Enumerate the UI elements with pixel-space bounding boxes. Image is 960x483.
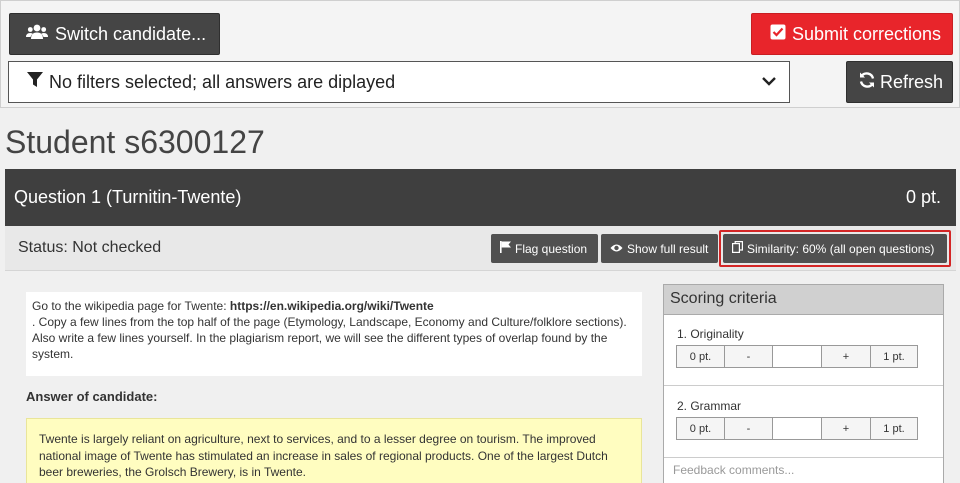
status-text: Status: Not checked <box>18 239 162 256</box>
refresh-label: Refresh <box>880 71 944 92</box>
score-min-button[interactable]: 0 pt. <box>677 346 725 367</box>
flag-icon <box>500 241 511 256</box>
scoring-title: Scoring criteria <box>664 285 943 315</box>
score-max-button[interactable]: 1 pt. <box>871 346 917 367</box>
show-full-result-label: Show full result <box>627 241 709 256</box>
score-input[interactable] <box>773 418 822 439</box>
divider <box>664 457 943 458</box>
question-header: Question 1 (Turnitin-Twente) 0 pt. <box>5 169 956 226</box>
submit-corrections-button[interactable]: Submit corrections <box>751 13 953 55</box>
question-points: 0 pt. <box>905 187 941 207</box>
question-title: Question 1 (Turnitin-Twente) <box>14 187 242 207</box>
score-increment-button[interactable]: + <box>822 346 871 367</box>
score-min-button[interactable]: 0 pt. <box>677 418 725 439</box>
chevron-down-icon <box>761 73 777 94</box>
page-title: Student s6300127 <box>5 124 265 160</box>
filter-select[interactable]: No filters selected; all answers are dip… <box>8 61 790 103</box>
score-increment-button[interactable]: + <box>822 418 871 439</box>
users-icon <box>26 24 48 45</box>
switch-candidate-button[interactable]: Switch candidate... <box>9 13 220 55</box>
flag-question-label: Flag question <box>515 241 588 256</box>
filter-text: No filters selected; all answers are dip… <box>49 71 396 92</box>
refresh-icon <box>858 71 876 94</box>
checkbox-icon <box>770 24 786 45</box>
copy-icon <box>732 241 743 256</box>
prompt-intro: Go to the wikipedia page for Twente: <box>32 299 230 313</box>
top-toolbar: Switch candidate... Submit corrections N… <box>0 0 960 108</box>
criterion-name: 1. Originality <box>677 327 744 341</box>
feedback-input[interactable]: Feedback comments... <box>673 463 794 477</box>
switch-candidate-label: Switch candidate... <box>55 23 207 44</box>
eye-icon <box>610 242 623 256</box>
show-full-result-button[interactable]: Show full result <box>601 234 718 263</box>
answer-label: Answer of candidate: <box>26 389 158 404</box>
submit-corrections-label: Submit corrections <box>792 23 942 44</box>
question-status-bar: Status: Not checked Flag question Show f… <box>5 226 956 271</box>
filter-icon <box>27 71 43 93</box>
score-stepper: 0 pt. - + 1 pt. <box>676 417 918 440</box>
score-decrement-button[interactable]: - <box>725 418 773 439</box>
similarity-label: Similarity: 60% (all open questions) <box>747 241 935 256</box>
prompt-link[interactable]: https://en.wikipedia.org/wiki/Twente <box>230 299 434 313</box>
answer-text: Twente is largely reliant on agriculture… <box>39 432 608 479</box>
flag-question-button[interactable]: Flag question <box>491 234 598 263</box>
score-decrement-button[interactable]: - <box>725 346 773 367</box>
similarity-button[interactable]: Similarity: 60% (all open questions) <box>723 234 947 263</box>
scoring-panel: Scoring criteria 1. Originality 0 pt. - … <box>663 284 944 483</box>
score-input[interactable] <box>773 346 822 367</box>
similarity-highlight: Similarity: 60% (all open questions) <box>719 230 951 267</box>
divider <box>664 385 943 386</box>
score-max-button[interactable]: 1 pt. <box>871 418 917 439</box>
score-stepper: 0 pt. - + 1 pt. <box>676 345 918 368</box>
criterion-name: 2. Grammar <box>677 399 742 413</box>
candidate-answer: Twente is largely reliant on agriculture… <box>26 418 642 483</box>
question-prompt: Go to the wikipedia page for Twente: htt… <box>26 292 642 376</box>
prompt-rest: . Copy a few lines from the top half of … <box>32 315 627 361</box>
refresh-button[interactable]: Refresh <box>846 61 953 103</box>
